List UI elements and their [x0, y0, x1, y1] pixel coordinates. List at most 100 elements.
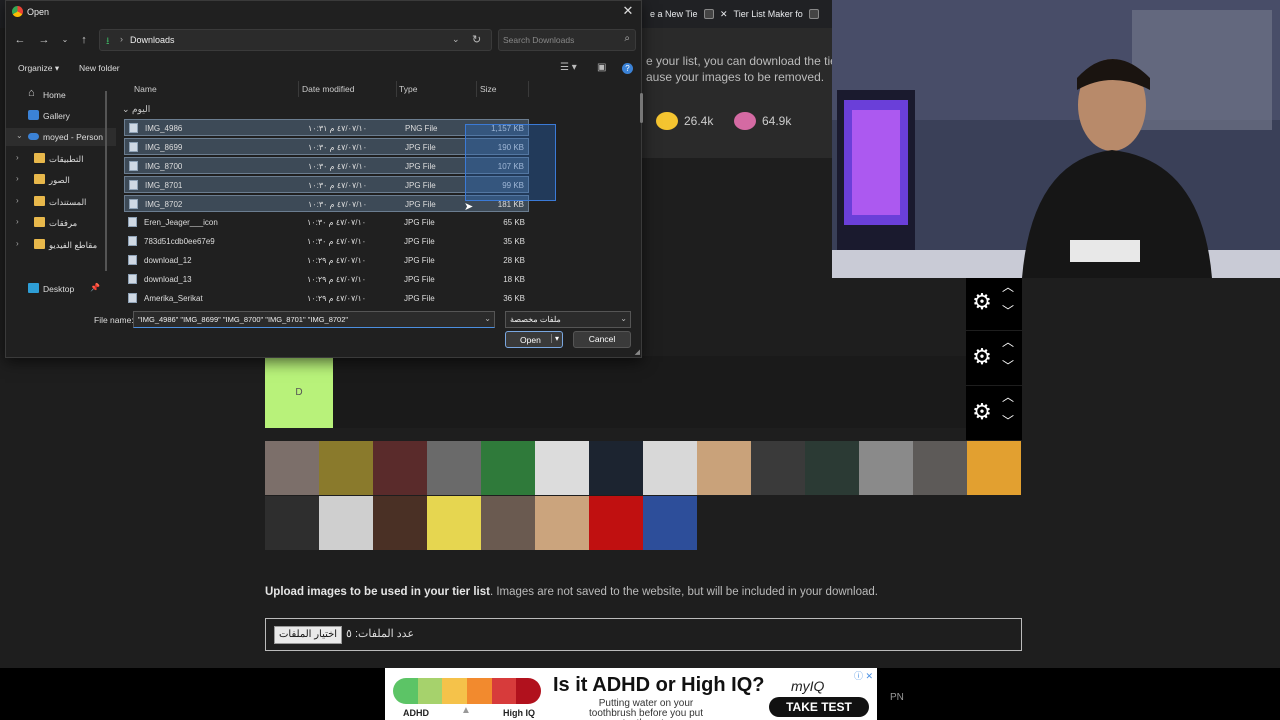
tier-image-thumbnail[interactable] — [265, 441, 319, 495]
column-divider[interactable] — [528, 81, 529, 97]
sidebar-item[interactable]: › الصور — [6, 171, 116, 189]
reaction-raised-hands[interactable]: 26.4k — [656, 112, 713, 130]
open-button[interactable]: Open ▾ — [505, 331, 563, 348]
advertisement[interactable]: ADHD ▲ High IQ Is it ADHD or High IQ? Pu… — [385, 668, 877, 720]
tier-image-thumbnail[interactable] — [967, 441, 1021, 495]
file-row[interactable]: Eren_Jeager___icon ٤٧/٠٧/١٠ م ١٠:٣٠ JPG Fi… — [124, 214, 529, 231]
chevron-up-icon[interactable]: ︿ — [1000, 335, 1016, 349]
resize-grip-icon[interactable]: ◢ — [635, 348, 640, 356]
preview-pane-icon[interactable]: ▣ — [597, 62, 606, 73]
tier-image-thumbnail[interactable] — [643, 496, 697, 550]
file-name-field[interactable]: "IMG_4986" "IMG_8699" "IMG_8700" "IMG_87… — [133, 311, 495, 328]
gear-icon[interactable]: ⚙ — [970, 290, 994, 314]
chevron-up-icon[interactable]: ︿ — [1000, 280, 1016, 294]
chevron-icon[interactable]: › — [16, 239, 19, 248]
browser-tab-2[interactable]: ✕ Tier List Maker fo — [714, 4, 825, 24]
tier-image-thumbnail[interactable] — [859, 441, 913, 495]
column-header-size[interactable]: Size — [480, 84, 497, 94]
search-box[interactable]: ⌕ — [498, 29, 636, 51]
image-file-icon — [128, 236, 137, 246]
chevron-down-icon[interactable]: ﹀ — [1000, 359, 1016, 373]
sidebar-item[interactable]: › مقاطع الفيديو — [6, 236, 116, 254]
tier-image-thumbnail[interactable] — [319, 496, 373, 550]
column-header-type[interactable]: Type — [399, 84, 417, 94]
file-row[interactable]: Amerika_Serikat ٤٧/٠٧/١٠ م ١٠:٢٩ JPG File 3… — [124, 290, 529, 303]
file-type-select[interactable]: ملفات مخصصة ⌄ — [505, 311, 631, 328]
tier-image-thumbnail[interactable] — [589, 441, 643, 495]
organize-menu[interactable]: Organize ▾ — [18, 63, 59, 74]
tier-image-thumbnail[interactable] — [319, 441, 373, 495]
tier-image-thumbnail[interactable] — [427, 496, 481, 550]
sidebar-item[interactable]: ⌄ moyed - Person — [6, 128, 116, 146]
chevron-icon[interactable]: ⌄ — [16, 131, 23, 140]
chevron-icon[interactable]: › — [16, 196, 19, 205]
column-divider[interactable] — [396, 81, 397, 97]
tier-row-d[interactable] — [333, 356, 966, 428]
gear-icon[interactable]: ⚙ — [970, 345, 994, 369]
tier-image-thumbnail[interactable] — [481, 496, 535, 550]
refresh-icon[interactable]: ↻ — [472, 33, 481, 46]
file-date: ٤٧/٠٧/١٠ م ١٠:٣٠ — [307, 218, 367, 227]
tier-image-thumbnail[interactable] — [535, 496, 589, 550]
take-test-button[interactable]: TAKE TEST — [769, 697, 869, 717]
tier-image-thumbnail[interactable] — [643, 441, 697, 495]
tier-image-thumbnail[interactable] — [589, 496, 643, 550]
tier-image-thumbnail[interactable] — [373, 496, 427, 550]
chevron-up-icon[interactable]: ︿ — [1000, 390, 1016, 404]
chevron-down-icon[interactable]: ﹀ — [1000, 414, 1016, 428]
tier-image-thumbnail[interactable] — [805, 441, 859, 495]
column-header-name[interactable]: Name — [134, 84, 157, 94]
forward-arrow-icon[interactable]: → — [37, 32, 51, 48]
tier-image-thumbnail[interactable] — [535, 441, 589, 495]
tier-image-thumbnail[interactable] — [697, 441, 751, 495]
column-header-date[interactable]: Date modified — [302, 84, 354, 94]
up-arrow-icon[interactable]: ↑ — [77, 32, 91, 48]
back-arrow-icon[interactable]: ← — [13, 32, 27, 48]
recent-chevron-icon[interactable]: ⌄ — [58, 32, 72, 48]
address-bar[interactable]: ⭳ › Downloads ⌄ ↻ — [99, 29, 492, 51]
reaction-poop[interactable]: 64.9k — [734, 112, 791, 130]
search-input[interactable] — [503, 33, 615, 47]
breadcrumb[interactable]: Downloads — [130, 35, 175, 45]
sidebar-scrollbar[interactable] — [105, 91, 107, 271]
file-row[interactable]: download_12 ٤٧/٠٧/١٠ م ١٠:٢٩ JPG File 28 KB — [124, 252, 529, 269]
sidebar-item[interactable]: Desktop 📌 — [6, 280, 116, 298]
tier-image-thumbnail[interactable] — [427, 441, 481, 495]
tier-image-thumbnail[interactable] — [913, 441, 967, 495]
ad-choices-icon[interactable]: ⓘ ✕ — [854, 669, 873, 682]
column-divider[interactable] — [476, 81, 477, 97]
new-folder-button[interactable]: New folder — [79, 63, 120, 73]
chevron-icon[interactable]: › — [16, 217, 19, 226]
chevron-icon[interactable]: › — [16, 174, 19, 183]
chevron-icon[interactable]: › — [16, 153, 19, 162]
tier-image-thumbnail[interactable] — [265, 496, 319, 550]
tier-image-thumbnail[interactable] — [373, 441, 427, 495]
cancel-button[interactable]: Cancel — [573, 331, 631, 348]
tier-image-thumbnail[interactable] — [751, 441, 805, 495]
browser-tab-1[interactable]: e a New Tie — [644, 4, 720, 24]
view-options-icon[interactable]: ☰ ▾ — [560, 62, 577, 73]
file-row[interactable]: 783d51cdb0ee67e9 ٤٧/٠٧/١٠ م ١٠:٣٠ JPG File… — [124, 233, 529, 250]
tier-image-thumbnail[interactable] — [481, 441, 535, 495]
dialog-titlebar[interactable]: Open ✕ — [6, 1, 641, 23]
chevron-down-icon[interactable]: ﹀ — [1000, 304, 1016, 318]
help-icon[interactable]: ? — [622, 63, 633, 74]
gear-icon[interactable]: ⚙ — [970, 400, 994, 424]
file-row[interactable]: download_13 ٤٧/٠٧/١٠ م ١٠:٢٩ JPG File 18 KB — [124, 271, 529, 288]
file-list-scrollbar[interactable] — [640, 93, 643, 123]
close-icon[interactable]: ✕ — [621, 4, 635, 18]
sidebar-item[interactable]: › المستندات — [6, 193, 116, 211]
open-dropdown-icon[interactable]: ▾ — [550, 334, 559, 343]
chevron-down-icon[interactable]: ⌄ — [484, 314, 491, 323]
sidebar-item[interactable]: › التطبيقات — [6, 150, 116, 168]
column-divider[interactable] — [298, 81, 299, 97]
sidebar-item[interactable]: ⌂ Home — [6, 86, 116, 104]
sidebar-item[interactable]: › مرفقات — [6, 214, 116, 232]
sidebar-item[interactable]: Gallery — [6, 107, 116, 125]
tier-label-d[interactable]: D — [265, 356, 333, 428]
group-header-today[interactable]: ⌄ اليوم — [122, 104, 150, 115]
pin-icon[interactable]: 📌 — [90, 283, 100, 292]
choose-files-button[interactable]: اختيار الملفات — [274, 626, 343, 644]
chevron-down-icon[interactable]: ⌄ — [452, 34, 460, 45]
tab-close-icon[interactable]: ✕ — [720, 9, 728, 20]
